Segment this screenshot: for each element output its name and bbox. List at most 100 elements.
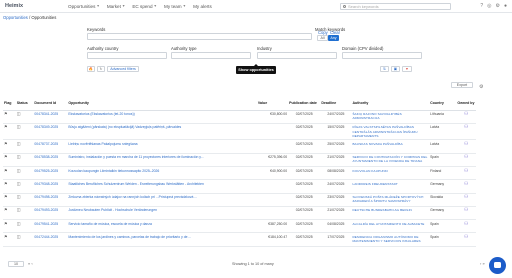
show-opportunities-tooltip[interactable]: Show opportunities xyxy=(236,64,276,74)
table-row[interactable]: ⚑ ◫ 00478538-2025 Suministro, instalación y… xyxy=(3,153,476,168)
filter-icon[interactable]: ⇅ xyxy=(380,66,389,72)
pagination-arrows[interactable]: « ‹ xyxy=(28,261,33,266)
status-icon[interactable]: ◫ xyxy=(17,234,21,239)
table-row[interactable]: ⚑ ◫ 00479348-2025 Staatliches Berufliches S… xyxy=(3,179,476,194)
assign-user-icon[interactable]: ⚇ xyxy=(464,168,468,174)
assign-user-icon[interactable]: ⚇ xyxy=(464,234,468,240)
authority-country-select[interactable] xyxy=(87,52,167,59)
opportunity-title[interactable]: Kouvolan kaupungin Liimintalkin tiekunno… xyxy=(67,166,257,181)
opportunity-title[interactable]: Zmluvna zbierka návratných údajov na ran… xyxy=(67,193,257,207)
status-icon[interactable]: ◫ xyxy=(17,168,21,173)
assign-user-icon[interactable]: ⚇ xyxy=(464,141,468,147)
table-row[interactable]: ⚑ ◫ 00478349-2025 Būvju atgāženi (pārskata)… xyxy=(3,123,476,141)
flag-icon[interactable]: ⚑ xyxy=(4,207,8,212)
per-page-select[interactable]: 10 xyxy=(8,261,24,267)
match-all-button[interactable]: All xyxy=(317,35,328,41)
col-deadline[interactable]: Deadline xyxy=(320,97,352,111)
opportunity-title[interactable]: Ekskavatorius (Ekskavatorius (tel-20 ton… xyxy=(67,110,257,124)
col-value[interactable]: Value xyxy=(256,97,289,111)
app-logo[interactable]: Heimix xyxy=(5,3,23,9)
authority-cell[interactable]: BAUSKAS NOVADA PAŠVALDĪBA xyxy=(351,139,430,154)
export-button[interactable]: Export xyxy=(451,82,473,88)
flag-icon[interactable]: ⚑ xyxy=(4,154,8,159)
authority-cell[interactable]: KOUVOLAN KAUPUNKI xyxy=(351,166,430,181)
col-opportunity[interactable]: Opportunity xyxy=(67,97,257,111)
col-flag[interactable]: Flag xyxy=(3,97,16,111)
refresh-icon[interactable]: ↻ xyxy=(97,66,105,72)
status-icon[interactable]: ◫ xyxy=(17,194,21,199)
opportunity-title[interactable]: Servicio tamaño de música, escuela de mú… xyxy=(67,219,257,234)
authority-cell[interactable]: SERVICIO DE CONTRATACIÓN Y COMPRAS DEL A… xyxy=(351,153,430,168)
alert-icon[interactable]: ♥ xyxy=(402,66,412,72)
authority-cell[interactable]: RĪGAS VALSTSPILSĒTAS PAŠVALDĪBAS CENTRĀL… xyxy=(351,123,430,141)
document-id[interactable]: 00479348-2025 xyxy=(33,179,68,194)
assign-user-icon[interactable]: ⚇ xyxy=(464,124,468,130)
menu-opportunities[interactable]: Opportunities ▼ xyxy=(68,4,100,9)
document-id[interactable]: 00478349-2025 xyxy=(33,123,68,141)
assign-user-icon[interactable]: ⚇ xyxy=(464,181,468,187)
document-id[interactable]: 00478341-2025 xyxy=(33,110,68,124)
opportunity-title[interactable]: Staatliches Berufliches Schulzentrum Wei… xyxy=(67,179,257,194)
status-icon[interactable]: ◫ xyxy=(17,207,21,212)
table-row[interactable]: ⚑ ◫ 00478737-2025 Lielriņu novērtēšanas Pak… xyxy=(3,139,476,154)
status-icon[interactable]: ◫ xyxy=(17,111,21,116)
settings-icon[interactable]: ⚙ xyxy=(495,3,499,9)
menu-my-team[interactable]: My team ▼ xyxy=(164,4,186,9)
document-id[interactable]: 00478737-2025 xyxy=(33,139,68,154)
pagination-next[interactable]: › » xyxy=(480,261,485,266)
col-country[interactable]: Country xyxy=(429,97,457,111)
status-icon[interactable]: ◫ xyxy=(17,181,21,186)
notification-icon[interactable]: ◎ xyxy=(487,3,491,9)
flag-icon[interactable]: ⚑ xyxy=(4,124,8,129)
assign-user-icon[interactable]: ⚇ xyxy=(464,154,468,160)
flag-icon[interactable]: ⚑ xyxy=(4,168,8,173)
flag-icon[interactable]: ⚑ xyxy=(4,111,8,116)
flag-icon[interactable]: ⚑ xyxy=(4,234,8,239)
document-id[interactable]: 00479498-2025 xyxy=(33,193,68,207)
table-row[interactable]: ⚑ ◫ 00479493-2025 Justizneu Neubauten Publi… xyxy=(3,206,476,221)
authority-cell[interactable]: SLOVENSKÁ POŠTA MLÁDEŽE SPORTOVÝCH ZARIA… xyxy=(351,193,430,207)
col-status[interactable]: Status xyxy=(15,97,34,111)
keywords-input[interactable] xyxy=(87,33,312,40)
status-icon[interactable]: ◫ xyxy=(17,154,21,159)
status-icon[interactable]: ◫ xyxy=(17,141,21,146)
authority-type-select[interactable] xyxy=(171,52,251,59)
authority-cell[interactable]: RESIDENCIA ORGANISMO AUTÓNOMO DE MANTENI… xyxy=(351,232,430,247)
search-input[interactable]: Search keywords xyxy=(340,3,451,10)
advanced-filters-button[interactable]: Advanced filters xyxy=(107,66,139,72)
table-row[interactable]: ⚑ ◫ 00472444-2025 Mantenimiento de los jard… xyxy=(3,232,476,247)
assign-user-icon[interactable]: ⚇ xyxy=(464,194,468,200)
col-owned-by[interactable]: Owned by xyxy=(456,97,476,111)
help-icon[interactable]: ? xyxy=(480,3,483,9)
document-id[interactable]: 00479541-2025 xyxy=(33,219,68,234)
table-row[interactable]: ⚑ ◫ 00478341-2025 Ekskavatorius (Ekskavator… xyxy=(3,110,476,124)
flag-icon[interactable]: ⚑ xyxy=(4,141,8,146)
col-document-id[interactable]: Document Id xyxy=(33,97,68,111)
hot-icon[interactable]: 🔥 xyxy=(87,66,95,72)
flag-icon[interactable]: ⚑ xyxy=(4,181,8,186)
save-search-icon[interactable]: ▣ xyxy=(391,66,400,72)
document-id[interactable]: 00479525-2025 xyxy=(33,166,68,181)
menu-market[interactable]: Market ▼ xyxy=(107,4,126,9)
assign-user-icon[interactable]: ⚇ xyxy=(464,111,468,117)
status-icon[interactable]: ◫ xyxy=(17,221,21,226)
col-authority[interactable]: Authority xyxy=(351,97,430,111)
gear-icon[interactable]: ⚙ xyxy=(479,84,483,90)
document-id[interactable]: 00472444-2025 xyxy=(33,232,68,247)
menu-ec-spend[interactable]: EC spend ▼ xyxy=(132,4,157,9)
authority-cell[interactable]: ŠAKIŲ RAJONO SAVIVALDYBĖS ADMINISTRACIJA xyxy=(351,110,430,124)
flag-icon[interactable]: ⚑ xyxy=(4,194,8,199)
document-id[interactable]: 00478538-2025 xyxy=(33,153,68,168)
opportunity-title[interactable]: Būvju atgāženi (pārskata) (no ekspluatāc… xyxy=(67,123,257,141)
flag-icon[interactable]: ⚑ xyxy=(4,221,8,226)
assign-user-icon[interactable]: ⚇ xyxy=(464,207,468,213)
user-icon[interactable]: ● xyxy=(504,3,507,9)
document-id[interactable]: 00479493-2025 xyxy=(33,206,68,221)
opportunity-title[interactable]: Mantenimiento de los jardines y caminos,… xyxy=(67,232,257,247)
match-any-button[interactable]: Any xyxy=(328,35,339,41)
opportunity-title[interactable]: Justizneu Neubauten Publicit - Hochschul… xyxy=(67,206,257,221)
chat-icon[interactable] xyxy=(489,257,506,274)
authority-cell[interactable]: LANDKREIS FREUDENSTADT xyxy=(351,179,430,194)
industry-select[interactable] xyxy=(257,52,337,59)
col-publication-date[interactable]: Publication date xyxy=(288,97,321,111)
